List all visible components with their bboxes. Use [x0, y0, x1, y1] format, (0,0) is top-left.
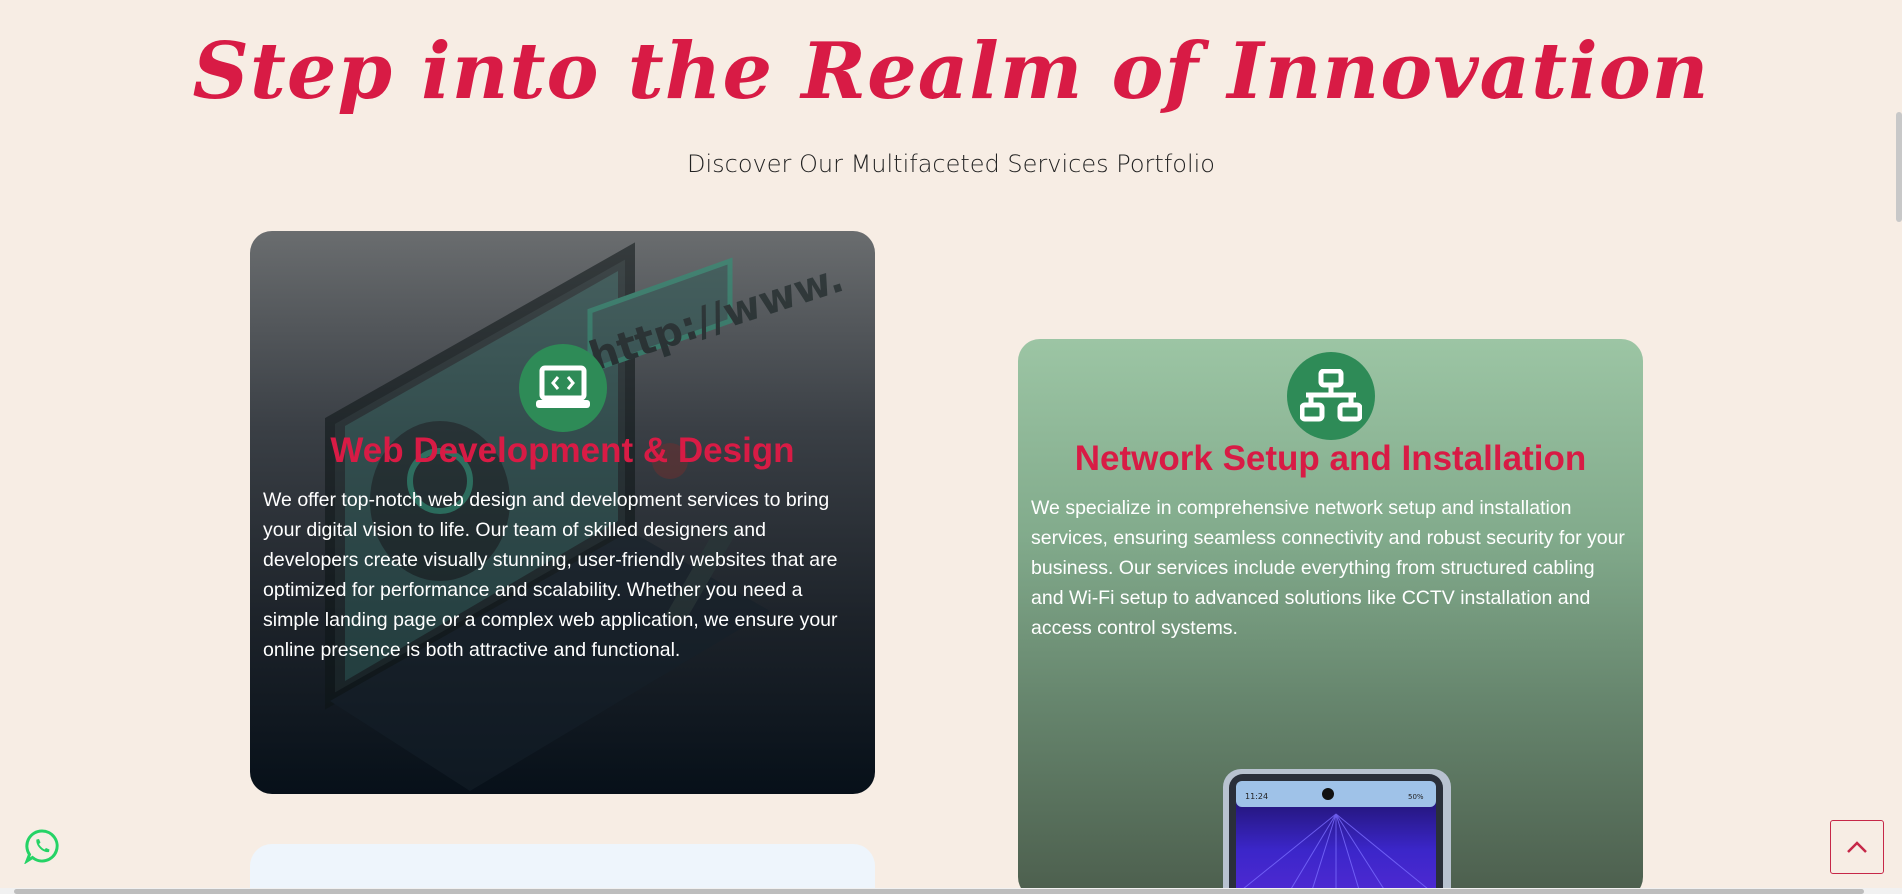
card-title: Web Development & Design — [330, 431, 795, 470]
card-title: Network Setup and Installation — [1074, 439, 1587, 478]
card-description: We specialize in comprehensive network s… — [1031, 497, 1625, 639]
horizontal-scrollbar[interactable] — [0, 888, 1902, 894]
vertical-scrollbar[interactable] — [1896, 0, 1902, 888]
phone-time: 11:24 — [1245, 792, 1268, 801]
horizontal-scrollbar-thumb[interactable] — [14, 889, 1864, 894]
service-card-web-development: http://www. Web Development & Design We … — [250, 231, 875, 794]
service-card-partial — [250, 844, 875, 894]
phone-battery: 50% — [1408, 793, 1424, 801]
vertical-scrollbar-thumb[interactable] — [1896, 112, 1902, 222]
service-card-network-setup: Network Setup and Installation We specia… — [1018, 339, 1643, 894]
laptop-code-icon — [519, 344, 607, 432]
phone-illustration: 11:24 50% — [1223, 769, 1451, 894]
page-subtitle: Discover Our Multifaceted Services Portf… — [687, 150, 1215, 178]
whatsapp-icon[interactable] — [23, 828, 60, 865]
network-icon — [1287, 352, 1375, 440]
card-description: We offer top-notch web design and develo… — [263, 489, 838, 661]
scroll-to-top-button[interactable] — [1830, 820, 1884, 874]
chevron-up-icon — [1847, 841, 1867, 853]
page-title: Step into the Realm of Innovation — [192, 26, 1710, 117]
